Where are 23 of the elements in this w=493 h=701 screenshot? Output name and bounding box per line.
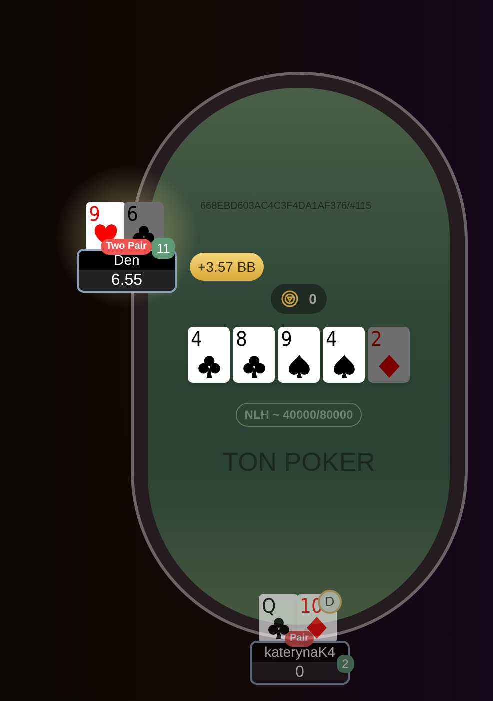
club-icon (242, 354, 266, 379)
bet-chip: +3.57 BB (190, 253, 264, 281)
chip-icon (281, 290, 300, 308)
pot-amount: 0 (309, 290, 317, 308)
card-rank: 6 (127, 202, 138, 226)
diamond-icon (376, 354, 402, 379)
spade-icon (286, 354, 312, 379)
card-rank: 4 (326, 327, 338, 351)
spade-icon (332, 354, 356, 379)
count-badge: 11 (152, 238, 175, 259)
card-rank: 9 (281, 327, 292, 351)
card-rank: Q (262, 594, 276, 618)
player-stack: 6.55 (79, 270, 175, 291)
stakes-label: NLH ~ 40000/80000 (236, 403, 362, 427)
hand-rank-badge: Two Pair (101, 239, 152, 255)
count-badge: 2 (337, 655, 354, 673)
card-rank: 2 (371, 327, 382, 351)
card-rank: 4 (191, 327, 202, 351)
card-rank: 9 (89, 202, 100, 226)
club-icon (267, 616, 291, 640)
hand-rank-badge: Pair (285, 631, 314, 647)
card-rank: 8 (236, 327, 248, 351)
club-icon (196, 354, 222, 379)
